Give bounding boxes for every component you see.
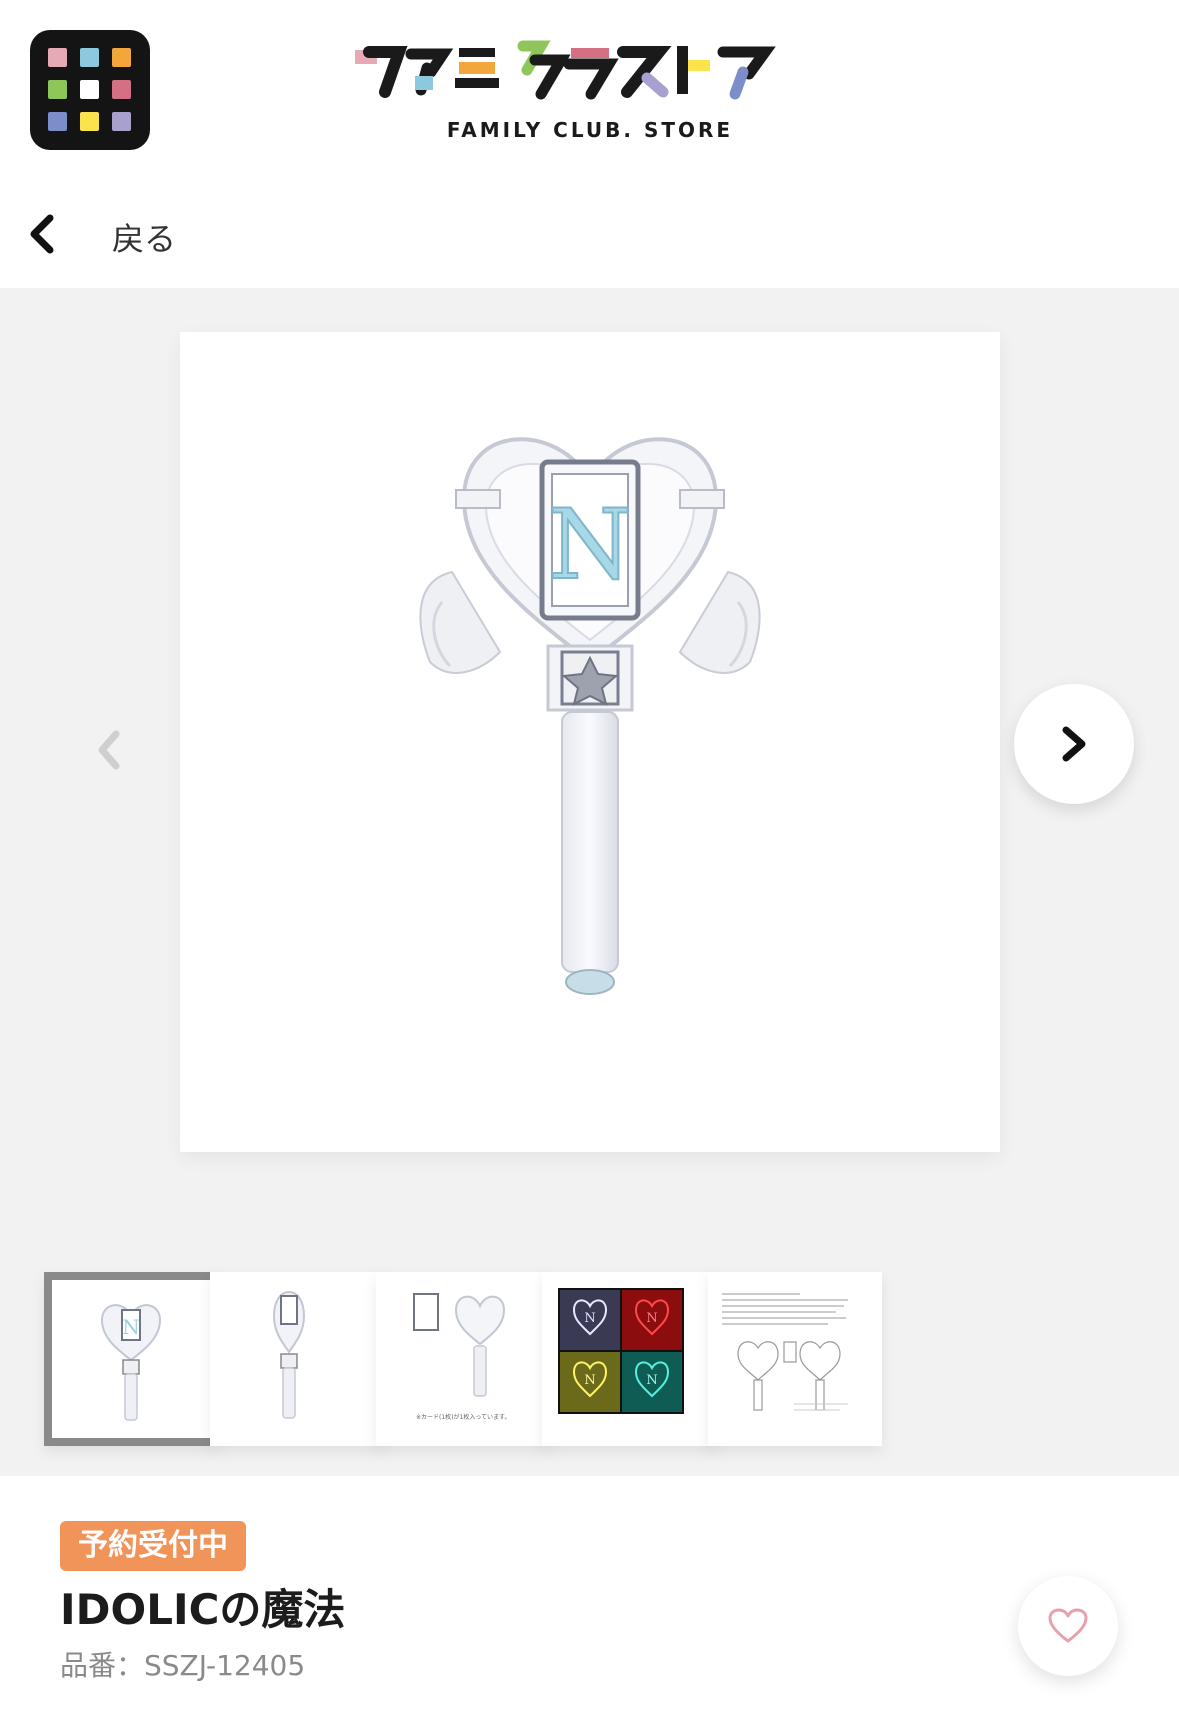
prev-image-button[interactable] xyxy=(88,720,128,780)
thumbnail-penlight-colors[interactable]: N N N N xyxy=(542,1272,716,1446)
penlight-front-thumbnail: N xyxy=(100,1304,162,1421)
card-caption: ※カード(1枚)が1枚入っています。 xyxy=(416,1414,511,1421)
grid-square xyxy=(112,80,131,99)
grid-square xyxy=(112,112,131,131)
back-bar: 戻る xyxy=(0,180,1179,288)
thumbnail-penlight-card[interactable]: ※カード(1枚)が1枚入っています。 xyxy=(376,1272,550,1446)
svg-text:N: N xyxy=(646,1373,657,1388)
product-sku: 品番：SSZJ-12405 xyxy=(60,1649,306,1682)
svg-text:N: N xyxy=(584,1311,595,1326)
grid-square xyxy=(80,112,99,131)
grid-app-icon[interactable] xyxy=(30,30,150,150)
chevron-left-icon xyxy=(30,214,54,254)
store-logo[interactable]: FAMILY CLUB. STORE xyxy=(355,40,825,150)
status-badge: 予約受付中 xyxy=(60,1521,246,1571)
penlight-card-thumbnail xyxy=(413,1293,506,1397)
product-gallery: N N ※カード(1枚)が1枚入っています。 N N N N xyxy=(0,288,1179,1476)
next-image-button[interactable] xyxy=(1014,684,1134,804)
heart-wing-penlight-image: N xyxy=(419,437,761,995)
header: FAMILY CLUB. STORE xyxy=(0,0,1179,180)
back-button[interactable]: 戻る xyxy=(28,204,198,264)
penlight-side-thumbnail xyxy=(272,1290,306,1419)
svg-text:N: N xyxy=(122,1315,140,1339)
thumbnail-strip: N ※カード(1枚)が1枚入っています。 N N N N xyxy=(44,1272,964,1448)
grid-square xyxy=(48,112,67,131)
grid-square xyxy=(80,48,99,67)
penlight-colors-thumbnail: N N N N xyxy=(558,1288,684,1414)
product-info: 予約受付中 IDOLICの魔法 品番：SSZJ-12405 xyxy=(0,1476,1179,1722)
svg-text:N: N xyxy=(646,1311,657,1326)
thumbnail-penlight-instructions[interactable] xyxy=(708,1272,882,1446)
logo-wordmark xyxy=(355,40,776,100)
heart-outline-icon xyxy=(1048,1608,1088,1643)
product-title: IDOLICの魔法 xyxy=(60,1585,346,1634)
favorite-button[interactable] xyxy=(1018,1576,1118,1676)
penlight-instructions-thumbnail xyxy=(722,1293,848,1411)
grid-square xyxy=(48,80,67,99)
main-product-image[interactable]: N xyxy=(180,332,1000,1152)
thumbnail-penlight-front[interactable]: N xyxy=(44,1272,218,1446)
chevron-left-icon xyxy=(98,730,120,770)
grid-square xyxy=(112,48,131,67)
logo-subtitle: FAMILY CLUB. STORE xyxy=(446,118,734,142)
thumbnail-penlight-side[interactable] xyxy=(210,1272,384,1446)
svg-text:N: N xyxy=(584,1373,595,1388)
back-label: 戻る xyxy=(112,220,177,258)
grid-square xyxy=(80,80,99,99)
chevron-right-icon xyxy=(1062,726,1086,762)
grid-square xyxy=(48,48,67,67)
svg-text:N: N xyxy=(548,489,632,601)
